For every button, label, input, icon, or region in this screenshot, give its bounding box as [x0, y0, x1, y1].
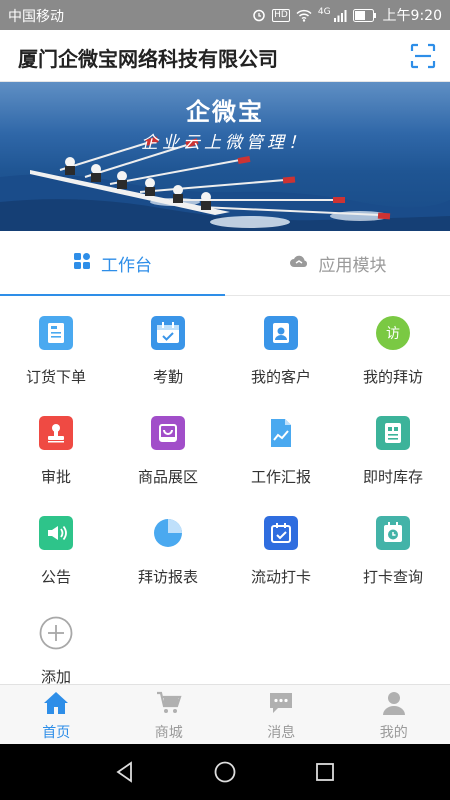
report-chart-icon — [264, 416, 298, 450]
back-icon[interactable] — [113, 760, 137, 784]
clock-label: 上午9:20 — [382, 8, 442, 24]
megaphone-icon — [39, 516, 73, 550]
nav-label: 我的 — [379, 725, 408, 741]
nav-label: 商城 — [154, 725, 183, 741]
promo-banner[interactable]: 企微宝 企业云上微管理！ — [0, 82, 450, 231]
order-doc-icon — [39, 316, 73, 350]
grid-item-label: 审批 — [40, 468, 71, 486]
app-header: 厦门企微宝网络科技有限公司 — [0, 30, 450, 82]
visit-badge-text: 访 — [386, 326, 400, 342]
grid-item-products[interactable]: 商品展区 — [112, 396, 224, 496]
bottom-nav: 首页 商城 消息 我的 — [0, 684, 450, 744]
grid-item-label: 工作汇报 — [250, 468, 311, 486]
status-icons: HD 4G 上午9:20 — [252, 5, 442, 25]
clock-calendar-icon — [376, 516, 410, 550]
tab-workbench[interactable]: 工作台 — [0, 231, 225, 297]
tab-label: 工作台 — [101, 256, 152, 276]
status-bar: 中国移动 HD 4G 上午9:20 — [0, 0, 450, 30]
grid-item-mobile-checkin[interactable]: 流动打卡 — [225, 496, 337, 596]
grid-item-inventory[interactable]: 即时库存 — [337, 396, 449, 496]
tab-bar: 工作台 应用模块 — [0, 231, 450, 297]
grid-item-label: 公告 — [40, 568, 71, 586]
grid-item-label: 我的客户 — [250, 368, 311, 386]
home-icon — [43, 691, 69, 715]
grid-item-label: 我的拜访 — [362, 368, 423, 386]
shopping-bag-icon — [151, 416, 185, 450]
banner-slogan: 企业云上微管理！ — [141, 133, 309, 153]
nav-label: 消息 — [267, 725, 296, 741]
nav-home[interactable]: 首页 — [0, 685, 113, 745]
grid-item-label: 考勤 — [152, 368, 183, 386]
nav-mall[interactable]: 商城 — [113, 685, 226, 745]
cloud-icon — [289, 253, 309, 274]
page-title: 厦门企微宝网络科技有限公司 — [18, 47, 278, 71]
user-icon — [381, 691, 407, 715]
nav-messages[interactable]: 消息 — [225, 685, 338, 745]
contact-icon — [264, 316, 298, 350]
system-nav-bar — [0, 744, 450, 800]
app-grid: 订货下单 考勤 我的客户 访 我的拜访 审批 商品展区 工作汇报 即时库存 公告… — [0, 296, 450, 686]
nav-label: 首页 — [42, 725, 71, 741]
grid-item-visits[interactable]: 访 我的拜访 — [337, 296, 449, 396]
grid-item-approval[interactable]: 审批 — [0, 396, 112, 496]
grid-item-work-report[interactable]: 工作汇报 — [225, 396, 337, 496]
grid-item-customers[interactable]: 我的客户 — [225, 296, 337, 396]
grid-item-attendance[interactable]: 考勤 — [112, 296, 224, 396]
add-icon — [39, 616, 73, 650]
alarm-icon — [252, 8, 266, 22]
wifi-icon — [296, 9, 312, 22]
grid-item-label: 商品展区 — [137, 468, 198, 486]
hd-badge: HD — [272, 8, 290, 22]
grid-item-checkin-query[interactable]: 打卡查询 — [337, 496, 449, 596]
grid-item-label: 订货下单 — [25, 368, 86, 386]
nav-profile[interactable]: 我的 — [338, 685, 450, 745]
battery-icon — [352, 8, 377, 22]
inventory-icon — [376, 416, 410, 450]
grid-item-order[interactable]: 订货下单 — [0, 296, 112, 396]
recents-icon[interactable] — [313, 760, 337, 784]
grid-item-announcement[interactable]: 公告 — [0, 496, 112, 596]
grid-icon — [73, 252, 91, 275]
carrier-label: 中国移动 — [8, 9, 64, 25]
grid-item-label: 流动打卡 — [250, 568, 311, 586]
stamp-icon — [39, 416, 73, 450]
cart-icon — [156, 691, 182, 715]
home-circle-icon[interactable] — [213, 760, 237, 784]
scan-icon[interactable] — [410, 43, 436, 69]
grid-item-label: 拜访报表 — [137, 568, 198, 586]
pie-chart-icon — [151, 516, 185, 550]
banner-logo: 企微宝 — [186, 98, 264, 126]
message-icon — [268, 691, 294, 715]
calendar-check-icon — [151, 316, 185, 350]
tab-app-modules[interactable]: 应用模块 — [225, 231, 450, 296]
grid-item-label: 即时库存 — [362, 468, 423, 486]
grid-item-label: 打卡查询 — [362, 568, 423, 586]
grid-item-visit-report[interactable]: 拜访报表 — [112, 496, 224, 596]
signal-icon — [333, 9, 347, 22]
network-type-label: 4G — [317, 7, 331, 17]
visit-icon: 访 — [376, 316, 410, 350]
calendar-punch-icon — [264, 516, 298, 550]
tab-label: 应用模块 — [318, 256, 387, 276]
grid-item-add[interactable]: 添加 — [0, 596, 112, 696]
